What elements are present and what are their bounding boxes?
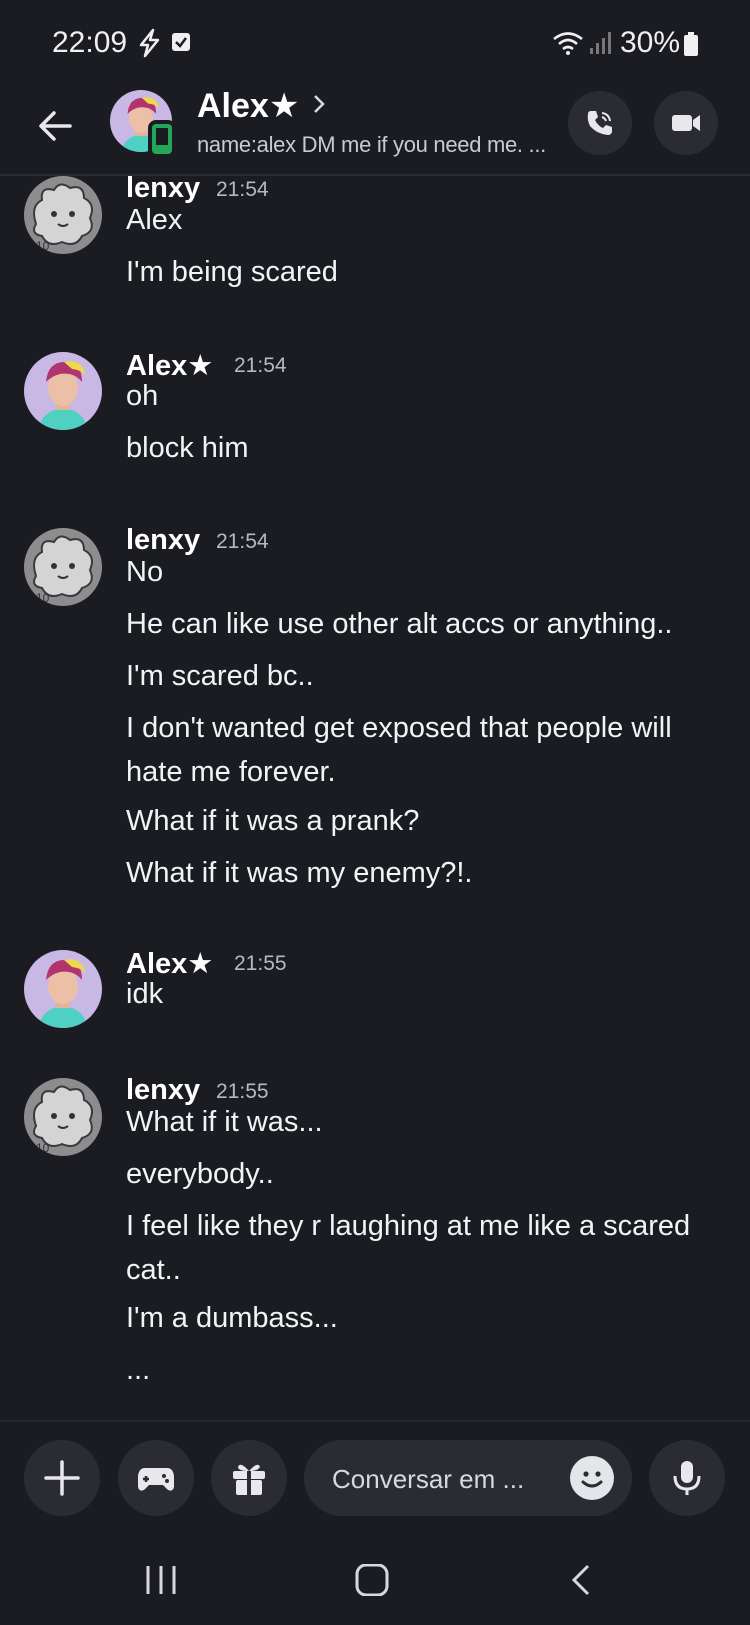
recent-apps-icon[interactable] <box>144 1564 178 1596</box>
message-text[interactable]: No <box>126 550 726 594</box>
avatar[interactable]: 10 <box>24 528 102 606</box>
voice-message-button[interactable] <box>649 1440 725 1516</box>
add-attachment-button[interactable] <box>24 1440 100 1516</box>
chat-header: Alex★ name:alex DM me if you need me. ..… <box>0 86 750 176</box>
back-nav-icon[interactable] <box>570 1564 594 1596</box>
avatar[interactable]: 10 <box>24 176 102 254</box>
emoji-button[interactable] <box>570 1456 614 1500</box>
message-text[interactable]: idk <box>126 972 726 1016</box>
svg-text:10: 10 <box>36 1141 50 1155</box>
message-text[interactable]: What if it was a prank? <box>126 799 726 843</box>
arrow-left-icon[interactable] <box>34 104 78 148</box>
message-input[interactable] <box>330 1458 554 1500</box>
wifi-icon <box>553 32 583 55</box>
message-text[interactable]: ... <box>126 1348 726 1392</box>
gift-icon <box>233 1464 265 1495</box>
message-list[interactable]: 10 lenxy 21:54 Alex I'm being scared Alex★ 21:… <box>0 176 750 1420</box>
message-text[interactable]: He can like use other alt accs or anythi… <box>126 602 726 646</box>
video-camera-icon <box>672 115 700 131</box>
message-text[interactable]: oh <box>126 374 726 418</box>
home-icon[interactable] <box>355 1564 389 1596</box>
gift-button[interactable] <box>211 1440 287 1516</box>
activities-button[interactable] <box>118 1440 194 1516</box>
message-text[interactable]: What if it was my enemy?!. <box>126 851 726 895</box>
message-text[interactable]: I'm a dumbass... <box>126 1296 726 1340</box>
avatar[interactable] <box>24 352 102 430</box>
status-time: 22:09 <box>52 26 128 59</box>
avatar[interactable] <box>24 950 102 1028</box>
system-navigation-bar <box>0 1540 750 1625</box>
emoji-icon <box>581 1471 603 1488</box>
message-text[interactable]: I'm being scared <box>126 250 726 294</box>
status-bar: 22:09 30% <box>0 0 750 86</box>
message-input-wrapper <box>304 1440 632 1516</box>
message-text[interactable]: Alex <box>126 198 726 242</box>
checkbox-notification-icon <box>172 33 190 51</box>
message-text[interactable]: I feel like they r laughing at me like a… <box>126 1204 726 1292</box>
svg-text:10: 10 <box>36 591 50 605</box>
signal-icon <box>590 32 611 54</box>
contact-name[interactable]: Alex★ <box>197 86 299 126</box>
battery-icon <box>684 32 698 56</box>
avatar[interactable]: 10 <box>24 1078 102 1156</box>
microphone-icon <box>673 1461 701 1495</box>
video-call-button[interactable] <box>654 91 718 155</box>
message-text[interactable]: I'm scared bc.. <box>126 654 726 698</box>
message-text[interactable]: I don't wanted get exposed that people w… <box>126 706 726 794</box>
composer <box>0 1420 750 1542</box>
gamepad-icon <box>138 1468 174 1491</box>
phone-icon <box>587 111 612 135</box>
voice-call-button[interactable] <box>568 91 632 155</box>
plus-icon <box>44 1460 80 1496</box>
custom-status: name:alex DM me if you need me. ... <box>197 132 546 157</box>
svg-text:10: 10 <box>36 239 50 253</box>
message-text[interactable]: block him <box>126 426 726 470</box>
message-text[interactable]: everybody.. <box>126 1152 726 1196</box>
bolt-icon <box>139 28 160 58</box>
chevron-right-icon[interactable] <box>310 92 328 116</box>
message-text[interactable]: What if it was... <box>126 1100 726 1144</box>
battery-percent: 30% <box>620 26 681 59</box>
mobile-status-icon <box>148 120 176 158</box>
